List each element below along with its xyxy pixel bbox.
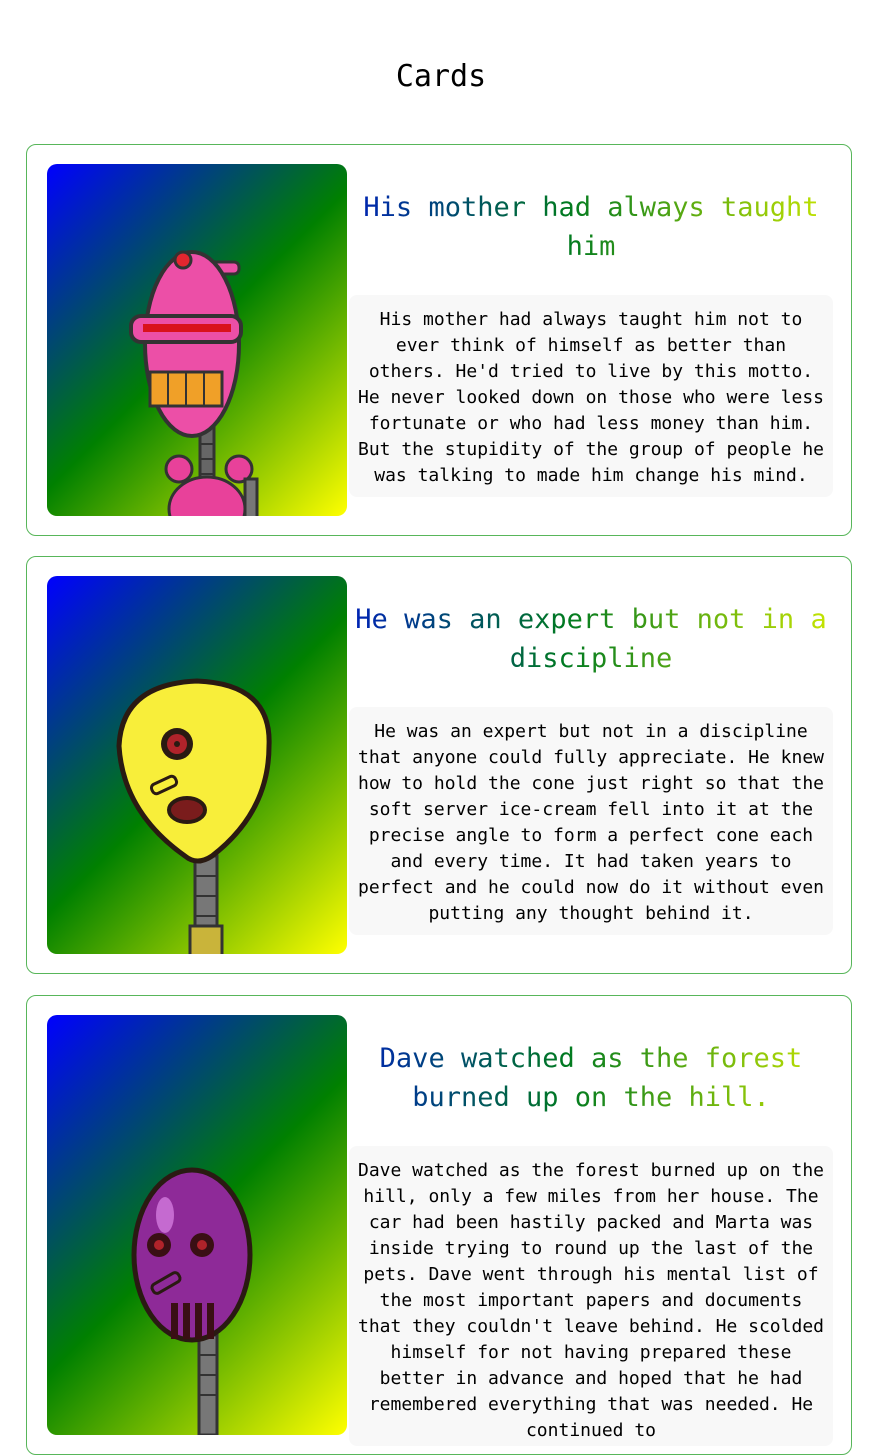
robot-icon (131, 1167, 253, 1435)
robot-icon (129, 250, 259, 516)
card-title: His mother had always taught him (349, 188, 833, 266)
card-text: He was an expert but not in a discipline… (349, 707, 833, 935)
yellow-robot-image (47, 576, 347, 954)
card-title: He was an expert but not in a discipline (349, 600, 833, 678)
pink-robot-image (47, 164, 347, 516)
robot-icon (116, 678, 272, 954)
card-title: Dave watched as the forest burned up on … (349, 1039, 833, 1117)
card: He was an expert but not in a discipline… (26, 556, 852, 974)
card: Dave watched as the forest burned up on … (26, 995, 852, 1455)
card-text: Dave watched as the forest burned up on … (349, 1146, 833, 1446)
purple-robot-image (47, 1015, 347, 1435)
page-title: Cards (395, 59, 487, 94)
card-text: His mother had always taught him not to … (349, 295, 833, 497)
card: His mother had always taught him His mot… (26, 144, 852, 536)
